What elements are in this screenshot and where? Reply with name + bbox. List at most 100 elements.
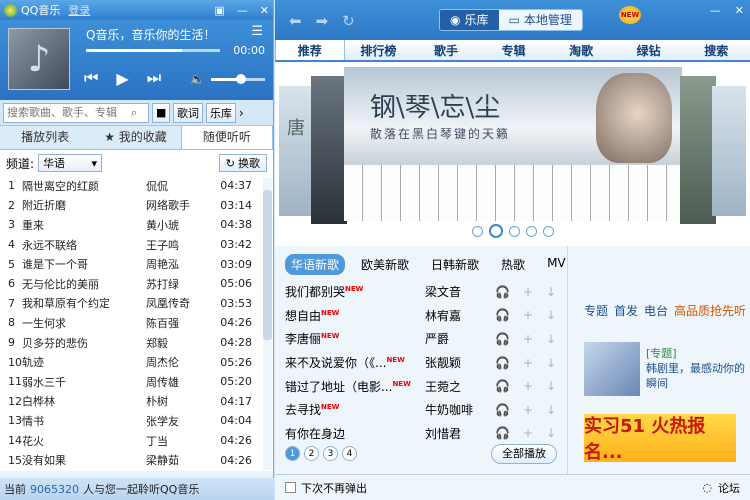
add-icon[interactable]: + [523,332,533,346]
add-icon[interactable]: + [523,379,533,393]
scrollbar-thumb[interactable] [263,190,272,340]
refresh-icon[interactable]: ↻ [342,12,355,30]
link-premiere[interactable]: 首发 [614,302,638,319]
new-song-title[interactable]: 有你在身边 [285,425,425,442]
song-row[interactable]: 6 无与伦比的美丽 苏打绿 05:06 [0,274,273,294]
download-icon[interactable]: ↓ [546,308,556,322]
song-row[interactable]: 12 白桦林 朴树 04:17 [0,392,273,412]
new-song-artist[interactable]: 张靓颖 [425,354,495,371]
headphones-icon[interactable]: 🎧 [495,426,510,440]
song-row[interactable]: 5 谁是下一个哥 周艳泓 03:09 [0,254,273,274]
category-tab[interactable]: 专辑 [480,40,548,60]
category-tab[interactable]: 淘歌 [547,40,615,60]
new-song-title[interactable]: 我们都别哭NEW [285,283,425,300]
new-song-artist[interactable]: 梁文音 [425,283,495,300]
scrollbar[interactable] [263,178,272,470]
download-icon[interactable]: ↓ [546,285,556,299]
banner-dot[interactable] [525,226,537,237]
download-icon[interactable]: ↓ [546,426,556,440]
new-song-tab[interactable]: 热歌 [495,254,531,275]
tab-favorites[interactable]: ★ 我的收藏 [90,126,180,149]
volume-knob[interactable] [235,73,246,84]
new-song-title[interactable]: 错过了地址（电影...NEW [285,378,425,395]
new-song-artist[interactable]: 刘惜君 [425,425,495,442]
skin-icon[interactable]: ▣ [214,4,224,17]
menu-icon[interactable]: ☰ [251,24,263,39]
add-icon[interactable]: + [523,356,533,370]
banner-main[interactable]: 钢\琴\忘\尘 散落在黑白琴键的天籁 [344,67,682,221]
headphones-icon[interactable]: 🎧 [495,403,510,417]
search-icon[interactable]: ⌕ [131,106,137,120]
song-row[interactable]: 3 重来 黄小琥 04:38 [0,215,273,235]
song-row[interactable]: 15 没有如果 梁静茹 04:26 [0,450,273,470]
category-tab[interactable]: 排行榜 [345,40,413,60]
new-song-tab[interactable]: 华语新歌 [285,254,346,275]
promo-image[interactable] [584,342,640,396]
library-button[interactable]: 乐库 [206,102,236,123]
song-row[interactable]: 4 永远不联络 王子鸣 03:42 [0,235,273,255]
tab-music-library[interactable]: ◉ 乐库 [440,10,499,30]
add-icon[interactable]: + [523,308,533,322]
tab-playlist[interactable]: 播放列表 [0,126,90,149]
banner-dot[interactable] [542,226,554,237]
new-song-tab[interactable]: 欧美新歌 [355,254,415,275]
banner-side-left-2[interactable] [311,76,347,224]
new-song-artist[interactable]: 王菀之 [425,378,495,395]
song-row[interactable]: 11 弱水三千 周传雄 05:20 [0,372,273,392]
chevron-right-icon[interactable]: › [239,106,244,120]
tab-random-listen[interactable]: 随便听听 [180,126,273,149]
new-song-tab[interactable]: 日韩新歌 [425,254,485,275]
forward-icon[interactable]: ➡ [316,12,329,30]
banner-side-right[interactable] [680,76,716,224]
volume-slider[interactable] [210,73,265,84]
tab-local-manage[interactable]: ▭ 本地管理 [498,10,582,30]
page-number[interactable]: 4 [342,446,357,461]
song-row[interactable]: 13 情书 张学友 04:04 [0,411,273,431]
banner-carousel[interactable]: 唐 钢\琴\忘\尘 散落在黑白琴键的天籁 [275,62,750,246]
forum-link[interactable]: 论坛 [718,480,740,496]
volume-icon[interactable]: 🔈 [190,72,205,86]
category-tab[interactable]: 绿钻 [615,40,683,60]
banner-dot[interactable] [471,226,483,237]
new-song-artist[interactable]: 林宥嘉 [425,307,495,324]
add-icon[interactable]: + [523,426,533,440]
headphones-icon[interactable]: 🎧 [495,379,510,393]
download-icon[interactable]: ↓ [546,356,556,370]
song-row[interactable]: 14 花火 丁当 04:26 [0,431,273,451]
add-icon[interactable]: + [523,403,533,417]
banner-dot[interactable] [508,226,520,237]
banner-side-right-2[interactable] [712,86,746,216]
close-icon[interactable]: ✕ [260,4,269,17]
close-icon[interactable]: ✕ [735,4,744,17]
song-row[interactable]: 7 我和草原有个约定 凤凰传奇 03:53 [0,294,273,314]
headphones-icon[interactable]: 🎧 [495,285,510,299]
previous-icon[interactable]: ⏮ [84,68,98,88]
search-input[interactable] [7,106,131,119]
login-link[interactable]: 登录 [68,2,90,18]
progress-bar[interactable] [86,49,220,52]
new-song-title[interactable]: 去寻找NEW [285,401,425,418]
song-row[interactable]: 10 轨迹 周杰伦 05:26 [0,352,273,372]
play-all-button[interactable]: 全部播放 [491,444,557,464]
category-tab[interactable]: 搜索 [682,40,750,60]
dont-show-checkbox[interactable] [285,482,296,493]
song-row[interactable]: 9 贝多芬的悲伤 郑毅 04:28 [0,333,273,353]
link-radio[interactable]: 电台 [644,302,668,319]
song-row[interactable]: 2 附近折磨 网络歌手 03:14 [0,196,273,216]
download-icon[interactable]: ↓ [546,379,556,393]
minimize-icon[interactable]: — [237,4,248,17]
link-topic[interactable]: 专题 [584,302,608,319]
next-icon[interactable]: ⏭ [147,68,161,88]
skin-color-icon[interactable]: ■ [152,102,170,123]
lyric-button[interactable]: 歌词 [173,102,203,123]
headphones-icon[interactable]: 🎧 [495,332,510,346]
new-song-artist[interactable]: 牛奶咖啡 [425,401,495,418]
download-icon[interactable]: ↓ [546,332,556,346]
category-tab[interactable]: 推荐 [275,40,345,60]
headphones-icon[interactable]: 🎧 [495,356,510,370]
category-tab[interactable]: 歌手 [412,40,480,60]
new-song-artist[interactable]: 严爵 [425,330,495,347]
new-song-title[interactable]: 想自由NEW [285,307,425,324]
link-hq-preview[interactable]: 高品质抢先听 [674,302,746,319]
song-row[interactable]: 1 隔世离空的红颜 侃侃 04:37 [0,176,273,196]
